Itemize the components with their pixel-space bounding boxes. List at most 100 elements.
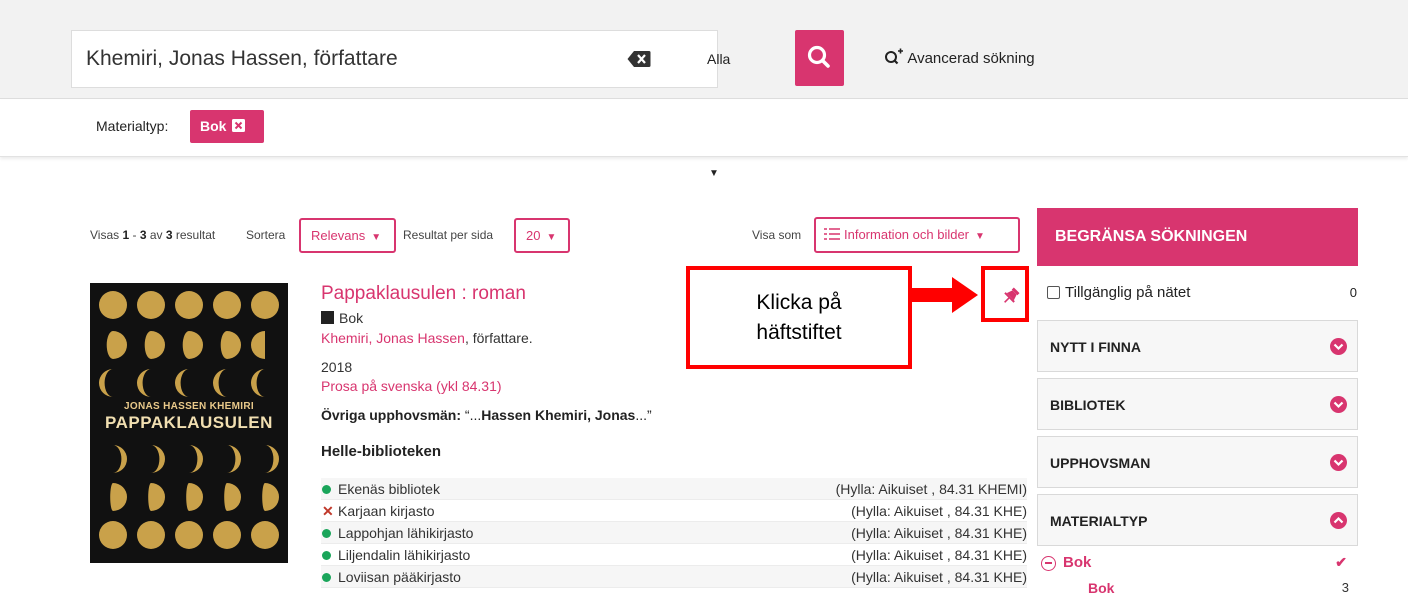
cover-moon [137,369,151,397]
sort-select[interactable]: Relevans ▼ [299,218,396,253]
available-icon [322,529,331,538]
cover-moon [106,331,127,359]
cover-moon [137,521,165,549]
facet-child-bok[interactable]: Bok 3 [1088,580,1353,600]
author-link[interactable]: Khemiri, Jonas Hassen [321,330,465,346]
library-name: Loviisan pääkirjasto [338,569,461,585]
cover-moon [110,483,127,511]
record-title-link[interactable]: Pappaklausulen : roman [321,283,526,305]
active-filters-bar: Materialtyp: Bok [0,100,1408,157]
filter-label: Materialtyp: [96,118,169,134]
cover-moon [137,291,165,319]
sort-value: Relevans [311,228,366,243]
holding-row: Ekenäs bibliotek (Hylla: Aikuiset , 84.31… [321,478,1027,500]
shelf-location: (Hylla: Aikuiset , 84.31 KHE) [851,569,1027,585]
other-creators: Övriga upphovsmän: “...Hassen Khemiri, J… [321,407,652,423]
cover-moon [175,369,189,397]
cover-moon [186,483,203,511]
selected-facet-label: Bok [1063,554,1092,571]
classification-link[interactable]: Prosa på svenska (ykl 84.31) [321,378,502,394]
per-page-select[interactable]: 20 ▼ [514,218,570,253]
shelf-location: (Hylla: Aikuiset , 84.31 KHE) [851,547,1027,563]
other-creators-label: Övriga upphovsmän: [321,407,462,423]
narrow-search-header: BEGRÄNSA SÖKNINGEN [1037,208,1358,266]
annotation-callout: Klicka på häftstiftet [686,266,912,369]
facet-label: BIBLIOTEK [1050,397,1126,413]
facet-bibliotek[interactable]: BIBLIOTEK [1037,378,1358,430]
search-input[interactable]: Khemiri, Jonas Hassen, författare [86,31,606,87]
cover-moon [265,445,279,473]
unavailable-icon: ✕ [322,503,334,519]
chevron-down-icon [1330,454,1347,471]
cover-moon [99,521,127,549]
online-available-count: 0 [1349,285,1357,300]
other-creators-match: Hassen Khemiri, Jonas [481,407,636,423]
available-icon [322,551,331,560]
facet-child-count: 3 [1341,580,1349,595]
chevron-down-icon: ▼ [709,168,719,179]
holdings-list: Ekenäs bibliotek (Hylla: Aikuiset , 84.31… [321,478,1027,588]
holding-row: Loviisan pääkirjasto (Hylla: Aikuiset , 8… [321,566,1027,588]
library-name: Ekenäs bibliotek [338,481,440,497]
checkbox-icon[interactable] [1047,286,1060,299]
cover-title: PAPPAKLAUSULEN [105,413,273,432]
shelf-location: (Hylla: Aikuiset , 84.31 KHEMI) [835,481,1027,497]
remove-filter-icon[interactable] [232,119,246,132]
advanced-search-link[interactable]: Avancerad sökning [884,30,1035,88]
cover-moon [220,331,241,359]
facet-label: UPPHOVSMAN [1050,455,1151,471]
search-icon [807,45,830,68]
search-field-select[interactable]: Alla fält ▼ [707,31,730,179]
record-year: 2018 [321,359,353,375]
selected-facet-bok[interactable]: Bok ✔ [1041,554,1353,574]
cover-moon [175,521,203,549]
cover-moon [213,291,241,319]
list-icon [824,228,840,240]
available-icon [322,485,331,494]
facet-nytt-i-finna[interactable]: NYTT I FINNA [1037,320,1358,372]
chevron-up-icon [1330,512,1347,529]
facet-child-label: Bok [1088,580,1115,596]
cover-moon [213,369,227,397]
checkmark-icon: ✔ [1335,554,1347,570]
online-available-label: Tillgänglig på nätet [1065,284,1191,301]
search-plus-icon [885,48,903,65]
per-page-label: Resultat per sida [403,228,494,242]
cover-moon [227,445,241,473]
view-mode-select[interactable]: Information och bilder ▼ [814,217,1020,253]
facet-materialtyp[interactable]: MATERIALTYP [1037,494,1358,546]
collapse-icon[interactable] [1041,556,1056,571]
chevron-down-icon: ▼ [546,232,557,243]
facet-upphovsman[interactable]: UPPHOVSMAN [1037,436,1358,488]
book-cover[interactable]: JONAS HASSEN KHEMIRI PAPPAKLAUSULEN [90,283,288,563]
clear-search-icon[interactable] [627,50,651,68]
sort-label: Sortera [246,228,286,242]
view-mode-value: Information och bilder [844,227,970,242]
cover-moon [99,369,113,397]
advanced-search-label: Avancerad sökning [907,50,1035,67]
cover-moon [213,521,241,549]
cover-moon [99,291,127,319]
chevron-down-icon [1330,338,1347,355]
organisation-name: Helle-biblioteken [321,443,442,460]
cover-moon [148,483,165,511]
online-available-filter[interactable]: Tillgänglig på nätet 0 [1047,283,1357,305]
cover-moon [251,369,265,397]
facet-label: MATERIALTYP [1050,513,1148,529]
filter-chip-bok[interactable]: Bok [190,110,264,143]
author-role: , författare. [464,330,533,346]
cover-moon [224,483,241,511]
cover-moon [144,331,165,359]
holding-row: Liljendalin lähikirjasto (Hylla: Aikuiset… [321,544,1027,566]
annotation-arrow [912,277,978,313]
per-page-value: 20 [526,228,541,243]
chevron-down-icon [1330,396,1347,413]
library-name: Lappohjan lähikirjasto [338,525,474,541]
holding-row: Lappohjan lähikirjasto (Hylla: Aikuiset ,… [321,522,1027,544]
record-format: Bok [321,310,363,326]
holding-row: ✕ Karjaan kirjasto (Hylla: Aikuiset , 84.3… [321,500,1027,522]
cover-moon [251,291,279,319]
search-button[interactable] [795,30,844,86]
shelf-location: (Hylla: Aikuiset , 84.31 KHE) [851,503,1027,519]
book-icon [321,311,334,324]
